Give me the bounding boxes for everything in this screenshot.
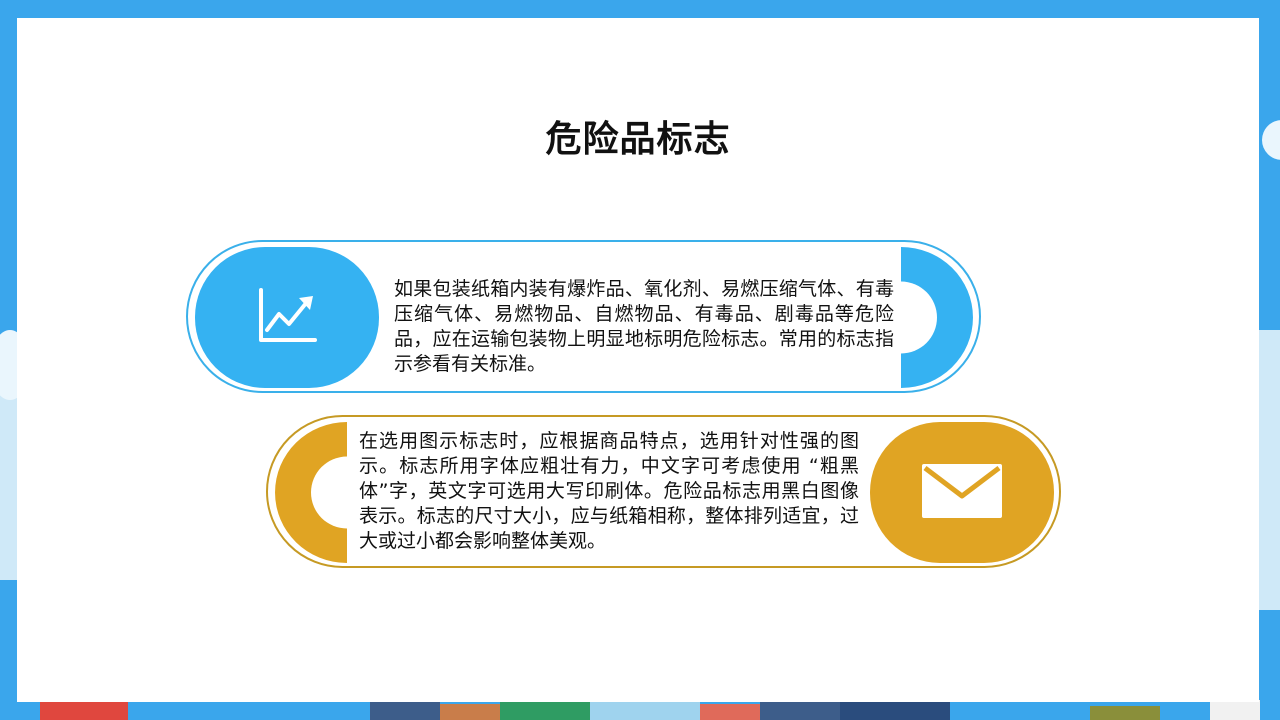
building — [760, 700, 840, 720]
slide-title: 危险品标志 — [545, 119, 731, 160]
building — [590, 702, 700, 720]
building — [440, 704, 500, 720]
chart-line-up-icon — [257, 287, 317, 348]
building — [700, 704, 760, 720]
background-cloud-right — [1262, 120, 1280, 160]
card-icon-pill — [195, 247, 379, 388]
building — [840, 702, 950, 720]
info-card-label-design: 在选用图示标志时，应根据商品特点，选用针对性强的图示。标志所用字体应粗壮有力，中… — [266, 415, 1061, 568]
building — [370, 700, 440, 720]
card-accent-arc — [273, 422, 383, 563]
info-card-hazard-labels: 如果包装纸箱内装有爆炸品、氧化剂、易燃压缩气体、有毒压缩气体、易燃物品、自燃物品… — [186, 240, 981, 393]
card-text: 在选用图示标志时，应根据商品特点，选用针对性强的图示。标志所用字体应粗壮有力，中… — [359, 430, 859, 552]
building — [40, 702, 128, 720]
card-icon-pill — [870, 422, 1054, 563]
envelope-icon — [921, 463, 1003, 523]
building — [1090, 706, 1160, 720]
card-text: 如果包装纸箱内装有爆炸品、氧化剂、易燃压缩气体、有毒压缩气体、易燃物品、自燃物品… — [394, 278, 894, 375]
slide: 危险品标志 如果包装纸箱内装有爆炸品、氧化剂、易燃压缩气体、有毒压缩气体、易燃物… — [17, 18, 1259, 702]
building — [1210, 700, 1260, 720]
card-accent-arc — [865, 247, 975, 388]
